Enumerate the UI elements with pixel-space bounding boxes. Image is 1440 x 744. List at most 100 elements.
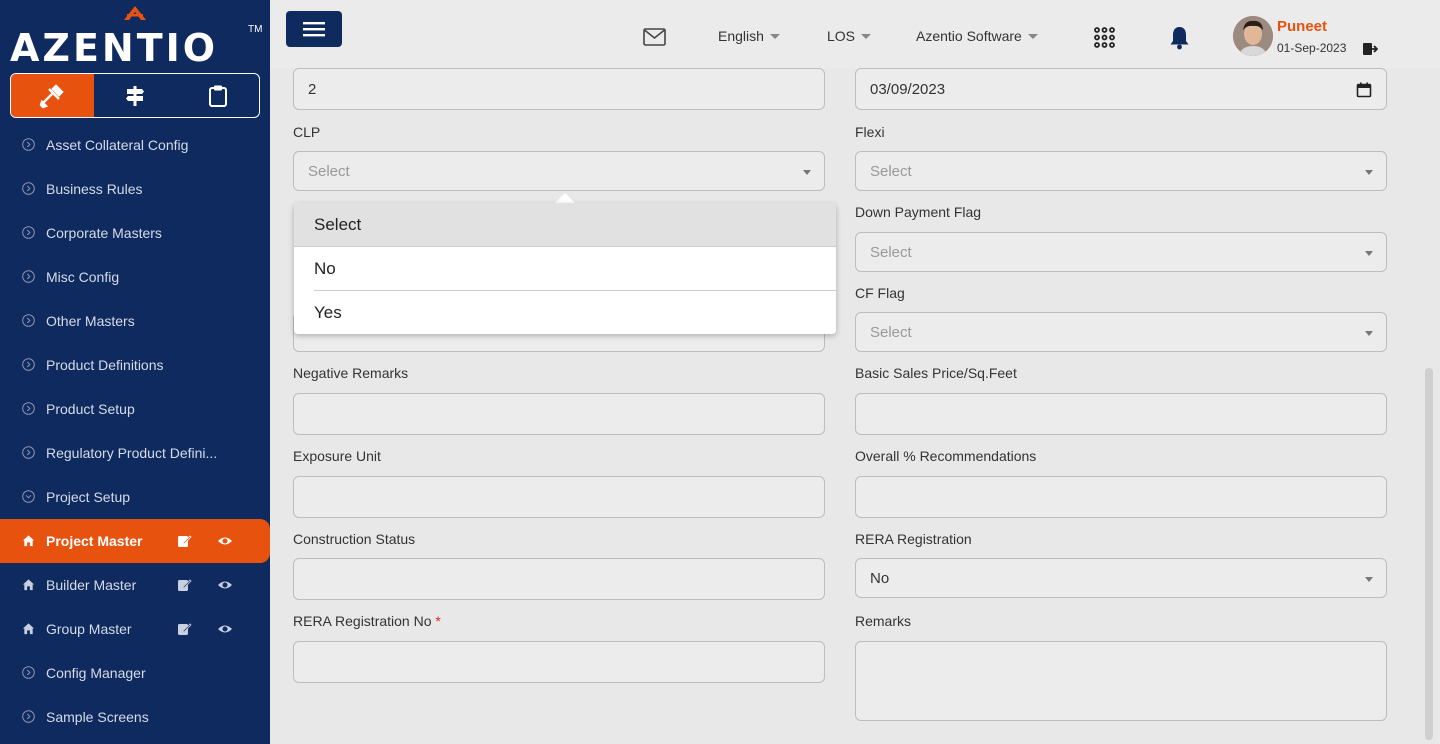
exposure-unit-label: Exposure Unit <box>293 448 381 464</box>
down-payment-flag-label: Down Payment Flag <box>855 204 982 220</box>
sidebar-item-sample-screens[interactable]: Sample Screens <box>0 695 270 739</box>
required-marker: * <box>435 613 441 629</box>
module-select[interactable]: LOS <box>827 28 872 44</box>
construction-status-input[interactable] <box>293 558 825 600</box>
rera-registration-value: No <box>870 569 890 587</box>
chevron-down-icon <box>1365 251 1373 256</box>
rera-registration-no-input[interactable] <box>293 641 825 683</box>
chevron-down-icon <box>1365 170 1373 175</box>
sidebar-item-regulatory-product-definitions[interactable]: Regulatory Product Defini... <box>0 431 270 475</box>
chevron-circle-icon <box>22 446 35 459</box>
eye-icon[interactable] <box>217 621 233 637</box>
user-name: Puneet <box>1277 18 1328 35</box>
sidebar-item-product-setup[interactable]: Product Setup <box>0 387 270 431</box>
apps-grid-icon[interactable] <box>1094 27 1115 48</box>
company-select[interactable]: Azentio Software <box>916 28 1038 44</box>
edit-icon[interactable] <box>176 533 192 549</box>
chevron-circle-icon <box>22 138 35 151</box>
user-date: 01-Sep-2023 <box>1277 41 1347 55</box>
rera-registration-no-label: RERA Registration No * <box>293 613 441 629</box>
home-icon <box>22 623 35 635</box>
page-scrollbar[interactable] <box>1425 368 1433 740</box>
chevron-down-icon <box>769 33 780 39</box>
mail-icon[interactable] <box>643 28 666 46</box>
exposure-unit-input[interactable] <box>293 476 825 518</box>
clipboard-icon <box>208 85 227 107</box>
sidebar-item-label: Asset Collateral Config <box>46 137 189 153</box>
date-field[interactable]: 03/09/2023 <box>855 68 1387 110</box>
language-label: English <box>718 28 764 44</box>
flexi-label: Flexi <box>855 124 885 140</box>
chevron-down-icon <box>1027 33 1038 39</box>
tab-tools[interactable] <box>11 74 94 117</box>
sidebar-item-group-master[interactable]: Group Master <box>0 607 270 651</box>
sidebar-item-label: Project Setup <box>46 489 131 505</box>
overall-recommendations-label: Overall % Recommendations <box>855 448 1037 464</box>
dropdown-option-select[interactable]: Select <box>294 203 836 247</box>
construction-status-label: Construction Status <box>293 531 416 547</box>
number-field[interactable]: 2 <box>293 68 825 110</box>
home-icon <box>22 535 35 547</box>
chevron-circle-icon <box>22 182 35 195</box>
language-select[interactable]: English <box>718 28 780 44</box>
eye-icon[interactable] <box>217 533 233 549</box>
overall-recommendations-input[interactable] <box>855 476 1387 518</box>
rera-registration-select[interactable]: No <box>855 558 1387 598</box>
logout-icon[interactable] <box>1362 42 1378 56</box>
sidebar-item-corporate-masters[interactable]: Corporate Masters <box>0 211 270 255</box>
sidebar-item-label: Regulatory Product Defini... <box>46 445 218 461</box>
basic-sales-price-label: Basic Sales Price/Sq.Feet <box>855 365 1017 381</box>
sidebar-item-label: Sample Screens <box>46 709 149 725</box>
rera-registration-label: RERA Registration <box>855 531 972 547</box>
logo-text: AZENTIO <box>10 26 219 70</box>
tab-signpost[interactable] <box>94 74 177 117</box>
sidebar-item-misc-config[interactable]: Misc Config <box>0 255 270 299</box>
down-payment-flag-value: Select <box>870 243 912 261</box>
sidebar-item-business-rules[interactable]: Business Rules <box>0 167 270 211</box>
sidebar-item-other-masters[interactable]: Other Masters <box>0 299 270 343</box>
down-payment-flag-select[interactable]: Select <box>855 232 1387 272</box>
home-icon <box>22 579 35 591</box>
sidebar-item-product-definitions[interactable]: Product Definitions <box>0 343 270 387</box>
flexi-select[interactable]: Select <box>855 151 1387 191</box>
chevron-circle-icon <box>22 666 35 679</box>
dropdown-option-yes[interactable]: Yes <box>314 291 836 334</box>
eye-icon[interactable] <box>217 577 233 593</box>
bell-icon[interactable] <box>1169 26 1190 50</box>
sidebar: AZENTIO TM Asset Collateral Config Busin… <box>0 0 270 744</box>
sidebar-nav: Asset Collateral Config Business Rules C… <box>0 123 270 739</box>
module-label: LOS <box>827 28 856 44</box>
clp-select[interactable]: Select <box>293 151 825 191</box>
cf-flag-select[interactable]: Select <box>855 312 1387 352</box>
basic-sales-price-input[interactable] <box>855 393 1387 435</box>
tab-clipboard[interactable] <box>176 74 259 117</box>
sidebar-item-project-setup[interactable]: Project Setup <box>0 475 270 519</box>
hamburger-icon <box>303 22 325 37</box>
sidebar-item-label: Product Setup <box>46 401 135 417</box>
cf-flag-label: CF Flag <box>855 285 905 301</box>
sidebar-item-label: Project Master <box>46 533 143 549</box>
calendar-icon[interactable] <box>1356 82 1372 98</box>
cf-flag-value: Select <box>870 323 912 341</box>
chevron-circle-icon <box>22 358 35 371</box>
tools-icon <box>39 83 65 108</box>
sidebar-item-builder-master[interactable]: Builder Master <box>0 563 270 607</box>
sidebar-item-label: Misc Config <box>46 269 120 285</box>
negative-remarks-label: Negative Remarks <box>293 365 409 381</box>
negative-remarks-input[interactable] <box>293 393 825 435</box>
chevron-circle-icon <box>22 402 35 415</box>
edit-icon[interactable] <box>176 577 192 593</box>
remarks-textarea[interactable] <box>855 641 1387 721</box>
dropdown-option-no[interactable]: No <box>314 247 836 291</box>
clp-label: CLP <box>293 124 321 140</box>
sidebar-item-config-manager[interactable]: Config Manager <box>0 651 270 695</box>
signpost-icon <box>126 85 144 106</box>
sidebar-item-project-master[interactable]: Project Master <box>0 519 270 563</box>
sidebar-tabs <box>10 73 260 118</box>
date-value: 03/09/2023 <box>870 80 946 98</box>
hamburger-menu-button[interactable] <box>286 11 342 47</box>
edit-icon[interactable] <box>176 621 192 637</box>
sidebar-item-asset-collateral-config[interactable]: Asset Collateral Config <box>0 123 270 167</box>
dropdown-notch <box>555 193 575 203</box>
avatar[interactable] <box>1233 16 1273 56</box>
